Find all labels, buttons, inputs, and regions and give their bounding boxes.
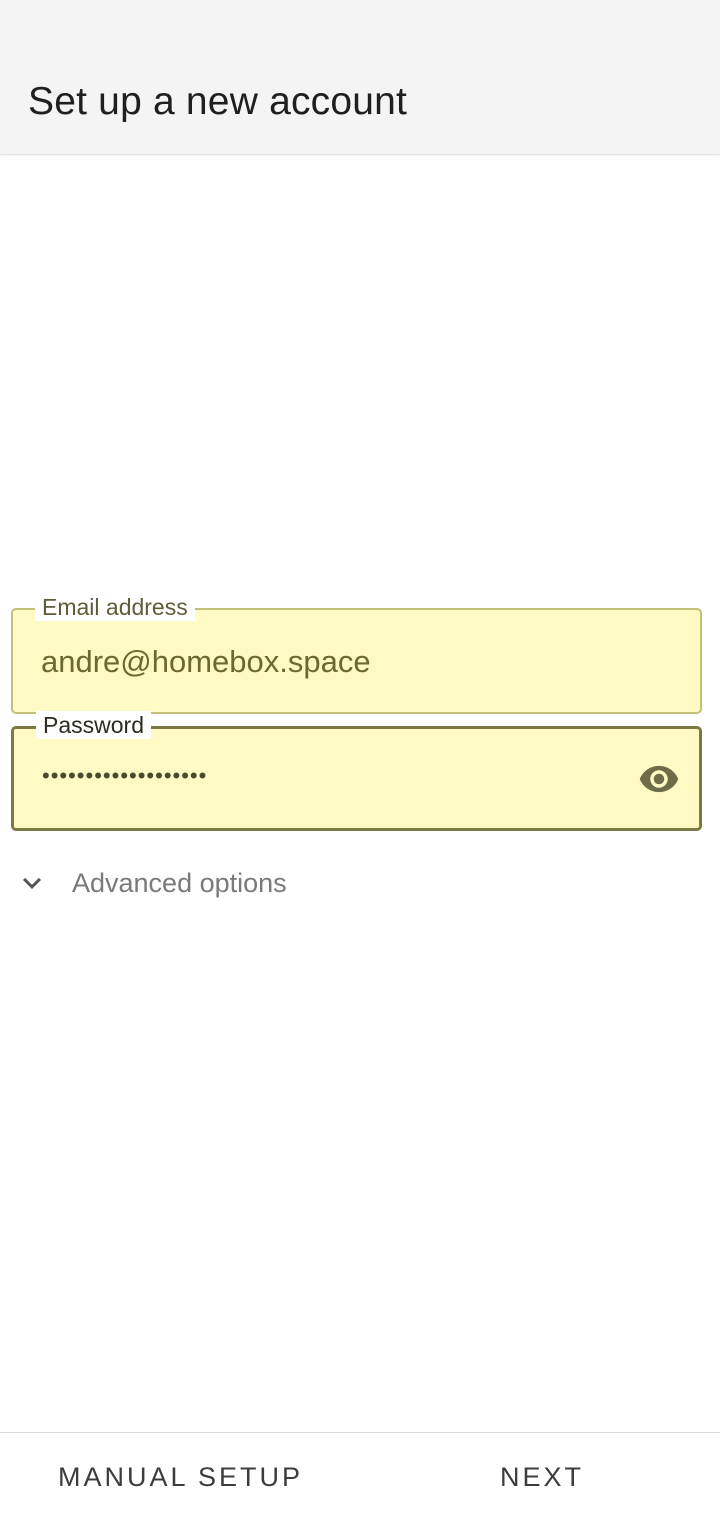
password-field-label: Password: [36, 711, 151, 739]
eye-icon: [639, 765, 679, 793]
advanced-options-label: Advanced options: [72, 867, 287, 898]
email-field-label: Email address: [35, 593, 195, 621]
password-field-value[interactable]: •••••••••••••••••••: [42, 763, 207, 789]
password-field[interactable]: Password •••••••••••••••••••: [11, 711, 702, 831]
email-field[interactable]: Email address andre@homebox.space: [11, 593, 702, 714]
advanced-options-toggle[interactable]: Advanced options: [12, 858, 287, 908]
bottom-action-bar: MANUAL SETUP NEXT: [0, 1432, 720, 1521]
app-bar: Set up a new account: [0, 0, 720, 155]
next-button[interactable]: NEXT: [500, 1433, 584, 1521]
show-password-button[interactable]: [637, 757, 681, 801]
page-title: Set up a new account: [28, 80, 408, 123]
chevron-down-icon: [12, 863, 52, 903]
email-field-value[interactable]: andre@homebox.space: [41, 644, 371, 680]
manual-setup-button[interactable]: MANUAL SETUP: [58, 1433, 303, 1521]
